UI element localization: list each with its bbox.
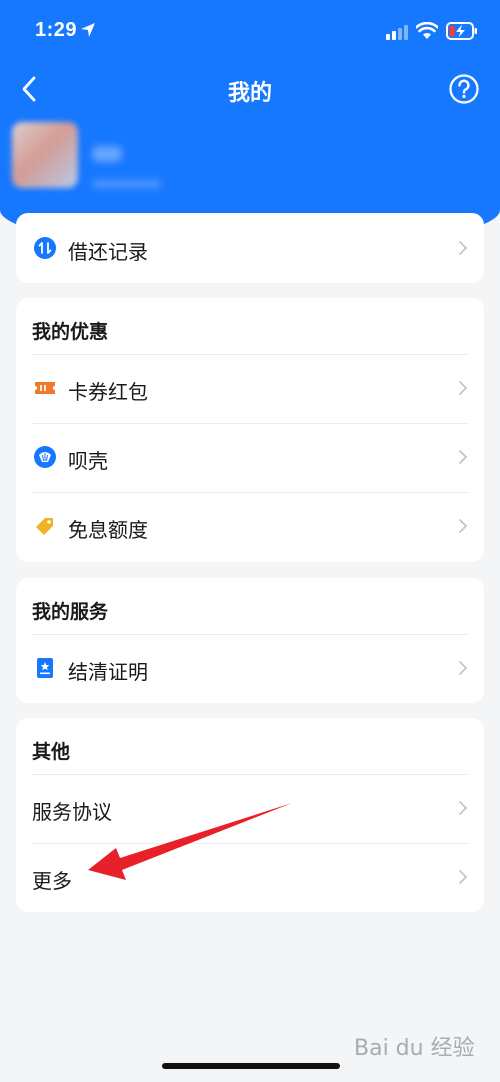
home-indicator: [162, 1063, 340, 1069]
watermark: Bai du 经验: [354, 1036, 475, 1061]
annotation-arrow: [88, 803, 292, 880]
